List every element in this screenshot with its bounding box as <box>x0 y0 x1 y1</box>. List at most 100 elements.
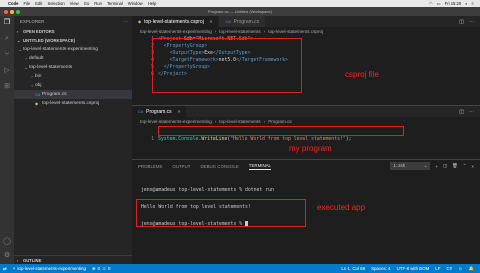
chevron-right-icon: › <box>263 29 266 34</box>
status-bar: ⇄ ⑂ top-level-statements-experimenting ⊗… <box>0 264 480 273</box>
breadcrumb-item[interactable]: Program.cs <box>268 119 292 124</box>
problems-item[interactable]: ⊗ 0 ⚠ 0 <box>92 266 111 272</box>
indentation[interactable]: Spaces: 4 <box>371 266 391 272</box>
terminal-annotation: executed app <box>317 203 366 212</box>
menu-help[interactable]: Help <box>148 1 157 6</box>
more-actions-icon[interactable]: ··· <box>123 19 128 24</box>
tab-program-cs[interactable]: C# Program.cs <box>219 16 267 27</box>
tab-problems[interactable]: PROBLEMS <box>138 164 162 169</box>
breadcrumb-item[interactable]: top-level-statements.csproj <box>268 29 323 34</box>
tree-item-label: top-level-statements-experimenting <box>23 47 98 52</box>
source-control-icon[interactable]: ⑂ <box>3 51 11 59</box>
notifications-icon[interactable]: 🔔 <box>469 266 474 272</box>
chevron-right-icon: › <box>263 119 266 124</box>
mac-menubar: Code File Edit Selection View Go Run Ter… <box>0 0 480 7</box>
tree-item-label: top-level-statements.csproj <box>42 101 100 106</box>
outline-section[interactable]: › OUTLINE <box>14 255 132 264</box>
tree-item[interactable]: ⌄ top-level-statements <box>14 63 132 72</box>
new-terminal-icon[interactable]: + <box>435 164 438 169</box>
breadcrumb-item[interactable]: top-level-statements <box>219 119 260 124</box>
cursor-position[interactable]: Ln 1, Col 68 <box>341 266 365 272</box>
explorer-icon[interactable]: ❐ <box>3 19 11 27</box>
menu-app[interactable]: Code <box>8 1 18 6</box>
wifi-icon[interactable]: ◠ <box>429 1 433 6</box>
chevron-up-icon[interactable]: ⌃ <box>463 163 467 169</box>
xml-file-icon: ◆ <box>138 19 142 24</box>
tree-item[interactable]: › obj <box>14 81 132 90</box>
menu-edit[interactable]: Edit <box>35 1 42 6</box>
tab-program-cs-active[interactable]: C# Program.cs × <box>132 106 188 117</box>
error-count: 0 <box>97 266 101 271</box>
open-editors-section[interactable]: › OPEN EDITORS <box>14 27 132 36</box>
warning-count: 0 <box>107 266 111 271</box>
terminal-shell-select[interactable]: 1: zsh ⌄ <box>390 162 431 170</box>
language-mode[interactable]: C# <box>446 266 452 272</box>
trash-icon[interactable]: 🗑 <box>452 163 458 169</box>
menu-go[interactable]: Go <box>84 1 90 6</box>
breadcrumb-item[interactable]: top-level-statements-experimenting <box>140 29 212 34</box>
control-center-icon[interactable]: ≡ <box>472 1 474 6</box>
tab-label: Program.cs <box>233 18 260 25</box>
tree-item[interactable]: ⌄ top-level-statements-experimenting <box>14 45 132 54</box>
code-paren-close: ); <box>345 137 352 142</box>
branch-item[interactable]: ⑂ top-level-statements-experimenting <box>13 266 86 271</box>
csharp-file-icon: C# <box>225 19 231 24</box>
menu-run[interactable]: Run <box>94 1 102 6</box>
tree-item[interactable]: ◆ top-level-statements.csproj <box>14 99 132 108</box>
breadcrumb-item[interactable]: top-level-statements <box>219 29 260 34</box>
menu-terminal[interactable]: Terminal <box>107 1 123 6</box>
account-icon[interactable]: ◯ <box>3 238 11 246</box>
panel-actions: 1: zsh ⌄ + ◫ 🗑 ⌃ × <box>390 162 474 170</box>
remote-indicator[interactable]: ⇄ <box>3 266 7 272</box>
csharp-file-icon: C# <box>35 92 41 97</box>
terminal-shell-label: 1: zsh <box>393 163 406 168</box>
menu-view[interactable]: View <box>70 1 79 6</box>
close-icon[interactable]: × <box>471 164 474 169</box>
search-icon[interactable]: ⌕ <box>465 1 467 6</box>
program-highlight-box <box>158 126 404 136</box>
branch-name: top-level-statements-experimenting <box>17 266 86 271</box>
tree-item[interactable]: › default <box>14 54 132 63</box>
run-debug-icon[interactable]: ▷ <box>3 67 11 75</box>
close-icon[interactable]: × <box>178 109 181 114</box>
tree-item[interactable]: C# Program.cs <box>14 90 132 99</box>
chevron-down-icon: ⌄ <box>423 163 428 168</box>
window-titlebar: Program.cs — Untitled (Workspace) <box>0 7 480 16</box>
explorer-sidebar: EXPLORER ··· › OPEN EDITORS ⌄ UNTITLED (… <box>14 16 132 264</box>
menu-window[interactable]: Window <box>128 1 143 6</box>
editor-actions: ◫ ··· <box>459 106 474 117</box>
tab-output[interactable]: OUTPUT <box>172 164 190 169</box>
tab-csproj[interactable]: ◆ top-level-statements.csproj × <box>132 16 220 27</box>
tab-terminal[interactable]: TERMINAL <box>248 163 271 170</box>
search-view-icon[interactable]: ⌕ <box>3 35 11 43</box>
more-actions-icon[interactable]: ··· <box>469 19 474 25</box>
csharp-file-icon: C# <box>138 109 144 114</box>
close-icon[interactable]: × <box>210 19 213 24</box>
workspace-section[interactable]: ⌄ UNTITLED (WORKSPACE) <box>14 36 132 45</box>
explorer-header: EXPLORER ··· <box>14 16 132 27</box>
tab-label: top-level-statements.csproj <box>144 18 204 25</box>
tab-debug-console[interactable]: DEBUG CONSOLE <box>200 164 238 169</box>
menu-selection[interactable]: Selection <box>47 1 64 6</box>
code-line: 1 System. Console. WriteLine("Hello World … <box>144 136 480 143</box>
manage-gear-icon[interactable]: ⚙ <box>3 252 11 260</box>
menu-file[interactable]: File <box>23 1 30 6</box>
encoding[interactable]: UTF-8 with BOM <box>397 266 430 272</box>
extensions-icon[interactable]: ⊞ <box>3 83 11 91</box>
tree-item[interactable]: › bin <box>14 72 132 81</box>
battery-icon[interactable]: ▭ <box>437 1 441 6</box>
feedback-icon[interactable]: ☺ <box>458 266 462 272</box>
activity-bar: ❐ ⌕ ⑂ ▷ ⊞ ◯ ⚙ <box>0 16 14 264</box>
xml-file-icon: ◆ <box>35 101 39 106</box>
workspace-label: UNTITLED (WORKSPACE) <box>23 38 76 43</box>
split-terminal-icon[interactable]: ◫ <box>443 163 447 169</box>
breadcrumb-item[interactable]: top-level-statements-experimenting <box>140 119 212 124</box>
more-actions-icon[interactable]: ··· <box>469 109 474 115</box>
split-editor-icon[interactable]: ◫ <box>459 19 464 25</box>
end-of-line[interactable]: LF <box>435 266 440 272</box>
editor-actions: ◫ ··· <box>459 16 474 27</box>
editor-group-top: ◆ top-level-statements.csproj × C# Progr… <box>132 16 480 105</box>
menubar-clock[interactable]: Fri 15:20 <box>445 1 462 6</box>
split-editor-icon[interactable]: ◫ <box>459 109 464 115</box>
error-icon: ⊗ <box>91 265 96 271</box>
